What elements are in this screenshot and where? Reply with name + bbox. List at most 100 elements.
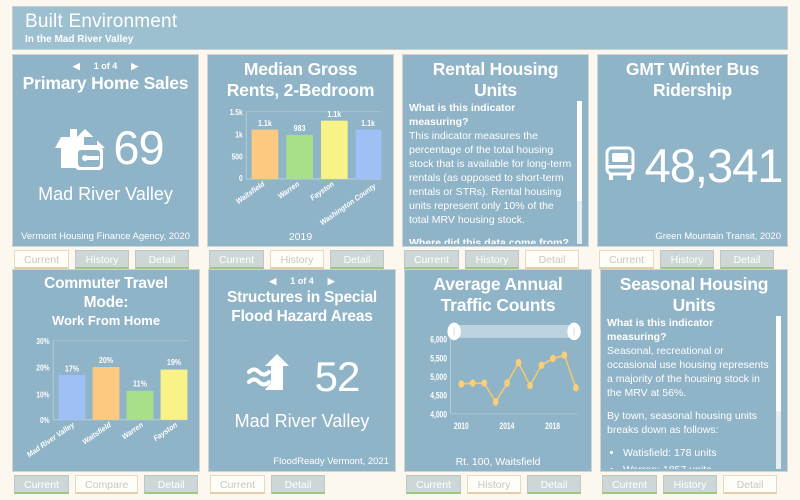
tab-detail-rental-housing-units[interactable]: Detail	[525, 250, 580, 269]
card-title-primary-home-sales: Primary Home Sales	[22, 73, 189, 93]
svg-text:Waitsfield: Waitsfield	[81, 419, 113, 446]
tab-current-rental-housing-units[interactable]: Current	[404, 250, 460, 269]
house-for-sale-icon	[47, 121, 106, 176]
tab-history-primary-home-sales[interactable]: History	[75, 250, 130, 269]
line-chart-traffic: 6,000 5,500 5,000 4,500 4,000 2010 2014 …	[430, 322, 581, 431]
tab-current-seasonal-housing-units[interactable]: Current	[602, 475, 658, 494]
tab-detail-primary-home-sales[interactable]: Detail	[135, 250, 190, 269]
card-title-rental-housing-units: Rental Housing Units	[432, 59, 559, 100]
svg-text:19%: 19%	[167, 358, 181, 368]
tab-current-gmt-winter-bus[interactable]: Current	[599, 250, 655, 269]
chart-median-gross-rents: 1.5k 1k 500 0 1.1k 983 1.1k 1.1k Waitsfi…	[214, 101, 387, 231]
tab-current-flood-hazard-structures[interactable]: Current	[210, 475, 266, 494]
source-primary-home-sales: Vermont Housing Finance Agency, 2020	[21, 231, 190, 242]
cell-median-gross-rents: Median Gross Rents, 2-Bedroom 1.5k 1k 50…	[203, 54, 398, 269]
detail-scrollbar[interactable]	[577, 101, 582, 244]
card-seasonal-housing-units: Seasonal Housing Units What is this indi…	[600, 269, 788, 472]
card-title-commuter-travel-mode: Commuter Travel Mode:	[44, 275, 168, 311]
kpi-flood-hazard-structures: 52 Mad River Valley	[215, 326, 389, 456]
tabs-seasonal-housing-units: Current History Detail	[600, 475, 788, 494]
chart-footer-traffic-counts: Rt. 100, Waitsfield	[455, 456, 541, 468]
seasonal-housing-list: Watisfield: 178 units Warren: 1857 units	[607, 446, 775, 469]
chart-traffic-counts: 6,000 5,500 5,000 4,500 4,000 2010 2014 …	[411, 316, 585, 456]
tab-detail-flood-hazard-structures[interactable]: Detail	[271, 475, 326, 494]
card-median-gross-rents: Median Gross Rents, 2-Bedroom 1.5k 1k 50…	[207, 54, 394, 247]
chart-commuter-travel-mode: 30% 20% 10% 0% 17% 20% 11% 19% Mad River…	[19, 330, 193, 469]
svg-text:983: 983	[294, 124, 306, 134]
detail-scrollbar[interactable]	[776, 316, 781, 469]
card-subtitle-commuter-travel-mode: Work From Home	[51, 313, 161, 328]
tab-current-median-gross-rents[interactable]: Current	[209, 250, 265, 269]
card-title-gmt-winter-bus: GMT Winter Bus Ridership	[625, 59, 760, 100]
chart-footer-median-gross-rents: 2019	[288, 231, 313, 243]
tab-detail-median-gross-rents[interactable]: Detail	[330, 250, 385, 269]
svg-text:Warren: Warren	[277, 179, 301, 202]
tab-history-median-gross-rents[interactable]: History	[270, 250, 325, 269]
bar-chart-commuter: 30% 20% 10% 0% 17% 20% 11% 19% Mad River…	[26, 336, 188, 460]
svg-text:1.1k: 1.1k	[258, 118, 272, 128]
cell-primary-home-sales: ◀ 1 of 4 ▶ Primary Home Sales 69 Mad Riv…	[8, 54, 203, 269]
bar-chart-rents: 1.5k 1k 500 0 1.1k 983 1.1k 1.1k Waitsfi…	[230, 107, 382, 228]
kpi-value-gmt-winter-bus: 48,341	[644, 139, 784, 192]
tab-compare-commuter-travel-mode[interactable]: Compare	[75, 475, 139, 494]
chevron-right-icon[interactable]: ▶	[328, 276, 335, 286]
tab-history-seasonal-housing-units[interactable]: History	[663, 475, 718, 494]
card-row-1: ◀ 1 of 4 ▶ Primary Home Sales 69 Mad Riv…	[4, 54, 796, 269]
tab-detail-traffic-counts[interactable]: Detail	[527, 475, 582, 494]
tab-detail-commuter-travel-mode[interactable]: Detail	[144, 475, 199, 494]
page-header: Built Environment In the Mad River Valle…	[12, 6, 788, 50]
tabs-rental-housing-units: Current History Detail	[402, 250, 589, 269]
pager-primary-home-sales[interactable]: ◀ 1 of 4 ▶	[19, 59, 192, 73]
svg-text:500: 500	[232, 152, 243, 162]
tab-detail-seasonal-housing-units[interactable]: Detail	[723, 475, 778, 494]
tab-history-rental-housing-units[interactable]: History	[465, 250, 520, 269]
source-gmt-winter-bus: Green Mountain Transit, 2020	[655, 231, 781, 242]
svg-text:1.1k: 1.1k	[361, 118, 375, 128]
detail-text-seasonal-housing-units: What is this indicator measuring? Season…	[607, 316, 781, 469]
svg-text:4,500: 4,500	[430, 391, 447, 401]
tabs-primary-home-sales: Current History Detail	[12, 250, 199, 269]
card-traffic-counts: Average Annual Traffic Counts 6,000 5,50…	[404, 269, 592, 472]
kpi-value-flood-hazard-structures: 52	[314, 352, 361, 400]
page-subtitle: In the Mad River Valley	[25, 34, 134, 45]
detail-question-2: Where did this data come from?	[409, 237, 569, 244]
svg-text:20%: 20%	[36, 363, 50, 373]
tab-history-traffic-counts[interactable]: History	[467, 475, 522, 494]
list-item: Warren: 1857 units	[623, 463, 775, 469]
tab-current-primary-home-sales[interactable]: Current	[14, 250, 70, 269]
kpi-value-primary-home-sales: 69	[113, 121, 164, 174]
tab-current-traffic-counts[interactable]: Current	[406, 475, 462, 494]
card-title-seasonal-housing-units: Seasonal Housing Units	[619, 274, 769, 315]
card-title-flood-hazard-structures: Structures in Special Flood Hazard Areas	[227, 289, 377, 325]
pager-flood-hazard-structures[interactable]: ◀ 1 of 4 ▶	[215, 274, 389, 288]
tabs-flood-hazard-structures: Current Detail	[208, 475, 396, 494]
kpi-primary-home-sales: 69 Mad River Valley	[19, 94, 192, 231]
tab-current-commuter-travel-mode[interactable]: Current	[14, 475, 70, 494]
detail-question-1: What is this indicator measuring?	[409, 102, 516, 128]
svg-text:Fayston: Fayston	[152, 419, 179, 443]
svg-text:4,000: 4,000	[430, 410, 447, 420]
card-row-2: Commuter Travel Mode: Work From Home 30%…	[4, 269, 796, 494]
bus-icon	[603, 144, 637, 189]
source-flood-hazard-structures: FloodReady Vermont, 2021	[273, 456, 389, 467]
kpi-geography-primary-home-sales: Mad River Valley	[38, 183, 173, 204]
chevron-left-icon[interactable]: ◀	[73, 61, 80, 71]
pager-label: 1 of 4	[290, 276, 314, 286]
svg-text:2018: 2018	[545, 421, 560, 431]
tab-detail-gmt-winter-bus[interactable]: Detail	[720, 250, 775, 269]
detail-text-rental-housing-units: What is this indicator measuring? This i…	[409, 101, 582, 244]
detail-question-1: What is this indicator measuring?	[607, 317, 714, 343]
list-item: Watisfield: 178 units	[623, 446, 775, 460]
page-title: Built Environment	[25, 11, 178, 32]
tabs-median-gross-rents: Current History Detail	[207, 250, 394, 269]
svg-text:1k: 1k	[235, 130, 243, 140]
svg-text:2010: 2010	[454, 421, 469, 431]
chevron-right-icon[interactable]: ▶	[131, 61, 138, 71]
tab-history-gmt-winter-bus[interactable]: History	[660, 250, 715, 269]
detail-answer-1: Seasonal, recreational or occasional use…	[607, 345, 769, 399]
chevron-left-icon[interactable]: ◀	[269, 276, 276, 286]
cell-rental-housing-units: Rental Housing Units What is this indica…	[398, 54, 593, 269]
cell-seasonal-housing-units: Seasonal Housing Units What is this indi…	[596, 269, 792, 494]
dashboard-page: Built Environment In the Mad River Valle…	[0, 0, 800, 500]
range-slider[interactable]	[447, 322, 581, 341]
